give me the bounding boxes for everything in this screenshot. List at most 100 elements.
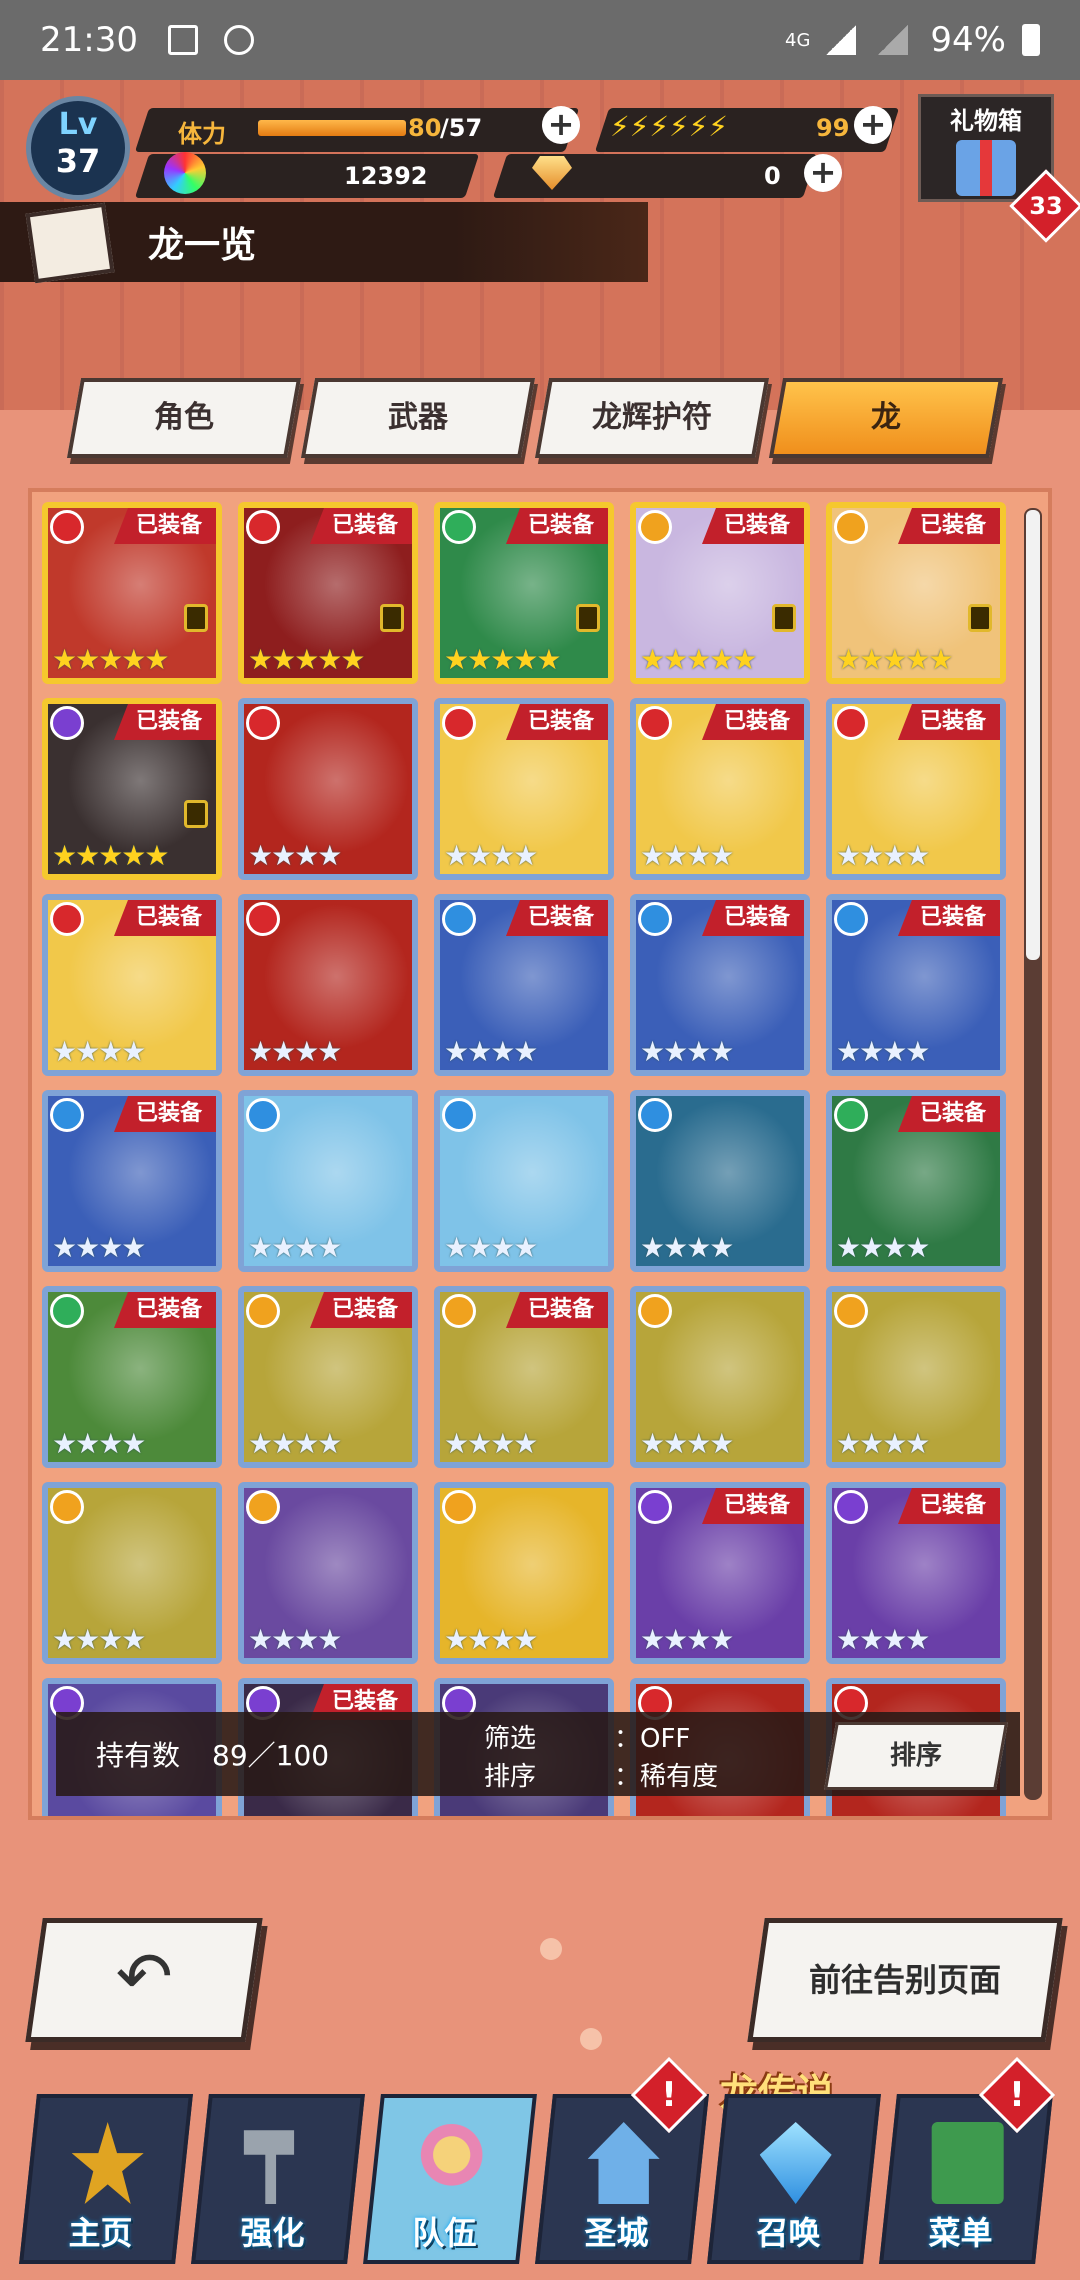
dragon-card[interactable]: 已装备 ★★★★ [630,1482,810,1664]
owned-label: 持有数 [96,1739,181,1772]
equipped-badge: 已装备 [897,1488,1000,1524]
equipped-badge: 已装备 [113,704,216,740]
stamina-plus-button[interactable]: + [542,106,580,144]
energy-plus-button[interactable]: + [854,106,892,144]
page-title-bar: 龙一览 [0,202,648,284]
dragon-card[interactable]: ★★★★ [42,1482,222,1664]
rainbow-crystal-icon [164,152,206,194]
dragon-grid[interactable]: 已装备 ★★★★★ 已装备 ★★★★★ 已装备 ★★★★★ 已装备 ★★★★★ 已装备 ★★★★★… [28,488,1052,1820]
dragon-card[interactable]: 已装备 ★★★★ [630,698,810,880]
rarity-stars: ★★★★ [640,1231,734,1264]
nav-castle[interactable]: 圣城 [535,2094,709,2264]
nav-enhance[interactable]: 强化 [191,2094,365,2264]
tab-weapons[interactable]: 武器 [300,378,536,458]
level-value: 37 [55,142,101,180]
gift-box-label: 礼物箱 [950,107,1022,135]
rarity-stars: ★★★★ [444,1427,538,1460]
dragon-card[interactable]: ★★★★ [238,1482,418,1664]
light-element-icon [246,1294,280,1328]
dragon-card[interactable]: 已装备 ★★★★★ [42,502,222,684]
page-title: 龙一览 [148,225,257,266]
tab-label: 龙辉护符 [592,400,712,435]
shadow-element-icon [638,1490,672,1524]
dragon-card[interactable]: 已装备 ★★★★ [434,698,614,880]
crystal-icon [760,2122,832,2204]
stamina-fill [258,120,406,136]
tab-characters[interactable]: 角色 [66,378,302,458]
owned-value: 89／100 [212,1739,330,1772]
rarity-stars: ★★★★ [640,1427,734,1460]
light-element-icon [638,510,672,544]
filter-value: ：OFF [614,1724,691,1754]
sort-button[interactable]: 排序 [824,1722,1008,1790]
rarity-stars: ★★★★ [248,1035,342,1068]
rarity-stars: ★★★★ [444,1035,538,1068]
dragon-card[interactable]: 已装备 ★★★★ [434,894,614,1076]
dragon-card[interactable]: ★★★★ [238,698,418,880]
rarity-stars: ★★★★ [248,839,342,872]
filter-label: 筛选 [484,1724,537,1754]
nav-party[interactable]: 队伍 [363,2094,537,2264]
dragon-card[interactable]: ★★★★ [434,1482,614,1664]
hammer-icon [244,2122,316,2204]
gallery-icon [167,25,198,55]
dragon-card[interactable]: ★★★★ [630,1286,810,1468]
tab-wyrmprints[interactable]: 龙辉护符 [534,378,770,458]
dragon-card[interactable]: ★★★★ [238,1090,418,1272]
lightning-icons: ⚡⚡⚡⚡⚡⚡ [610,110,728,143]
dragon-card[interactable]: 已装备 ★★★★★ [42,698,222,880]
equipped-badge: 已装备 [897,508,1000,544]
equipped-badge: 已装备 [113,900,216,936]
dragon-card[interactable]: 已装备 ★★★★★ [434,502,614,684]
gem-plus-button[interactable]: + [804,154,842,192]
dragon-card[interactable]: 已装备 ★★★★★ [630,502,810,684]
dragon-card[interactable]: 已装备 ★★★★ [42,894,222,1076]
nav-summon[interactable]: 召唤 [707,2094,881,2264]
equipped-badge: 已装备 [113,508,216,544]
dragon-card[interactable]: ★★★★ [826,1286,1006,1468]
rarity-stars: ★★★★ [248,1427,342,1460]
equipped-badge: 已装备 [309,1292,412,1328]
tab-dragons[interactable]: 龙 [768,378,1004,458]
light-element-icon [834,1294,868,1328]
farewell-button[interactable]: 前往告别页面 [747,1918,1063,2042]
dragon-card[interactable]: ★★★★ [630,1090,810,1272]
fire-element-icon [246,902,280,936]
nav-home[interactable]: 主页 [19,2094,193,2264]
rarity-stars: ★★★★ [444,1231,538,1264]
rarity-stars: ★★★★ [836,1427,930,1460]
dragon-card[interactable]: 已装备 ★★★★ [826,894,1006,1076]
level-badge[interactable]: Lv 37 [26,96,130,200]
equipped-badge: 已装备 [113,1292,216,1328]
back-button[interactable]: ↶ [25,1918,263,2042]
equipped-badge: 已装备 [505,900,608,936]
gem-value: 0 [764,162,781,190]
party-icon [415,2122,488,2204]
alert-icon: ! [1009,2075,1025,2115]
dragon-card[interactable]: 已装备 ★★★★ [238,1286,418,1468]
dragon-card[interactable]: 已装备 ★★★★ [434,1286,614,1468]
light-element-icon [638,1294,672,1328]
rarity-stars: ★★★★ [444,1623,538,1656]
scrollbar-thumb[interactable] [1026,510,1040,960]
dragon-card[interactable]: 已装备 ★★★★ [826,1482,1006,1664]
rarity-stars: ★★★★★ [52,643,170,676]
battery-icon [1022,24,1040,56]
dragon-card[interactable]: ★★★★ [238,894,418,1076]
sort-button-label: 排序 [889,1741,942,1771]
dragon-card[interactable]: 已装备 ★★★★ [42,1286,222,1468]
dragon-card[interactable]: 已装备 ★★★★★ [826,502,1006,684]
light-element-icon [834,510,868,544]
dragon-card[interactable]: 已装备 ★★★★ [630,894,810,1076]
dragon-card[interactable]: 已装备 ★★★★ [826,1090,1006,1272]
dragon-card[interactable]: 已装备 ★★★★ [826,698,1006,880]
fire-element-icon [442,706,476,740]
dragon-card[interactable]: 已装备 ★★★★ [42,1090,222,1272]
dragon-card[interactable]: 已装备 ★★★★★ [238,502,418,684]
scrollbar[interactable] [1024,508,1042,1800]
rarity-stars: ★★★★ [444,839,538,872]
nav-label: 菜单 [928,2214,993,2252]
rarity-stars: ★★★★ [836,1231,930,1264]
dragon-card[interactable]: ★★★★ [434,1090,614,1272]
lock-icon [576,604,600,632]
